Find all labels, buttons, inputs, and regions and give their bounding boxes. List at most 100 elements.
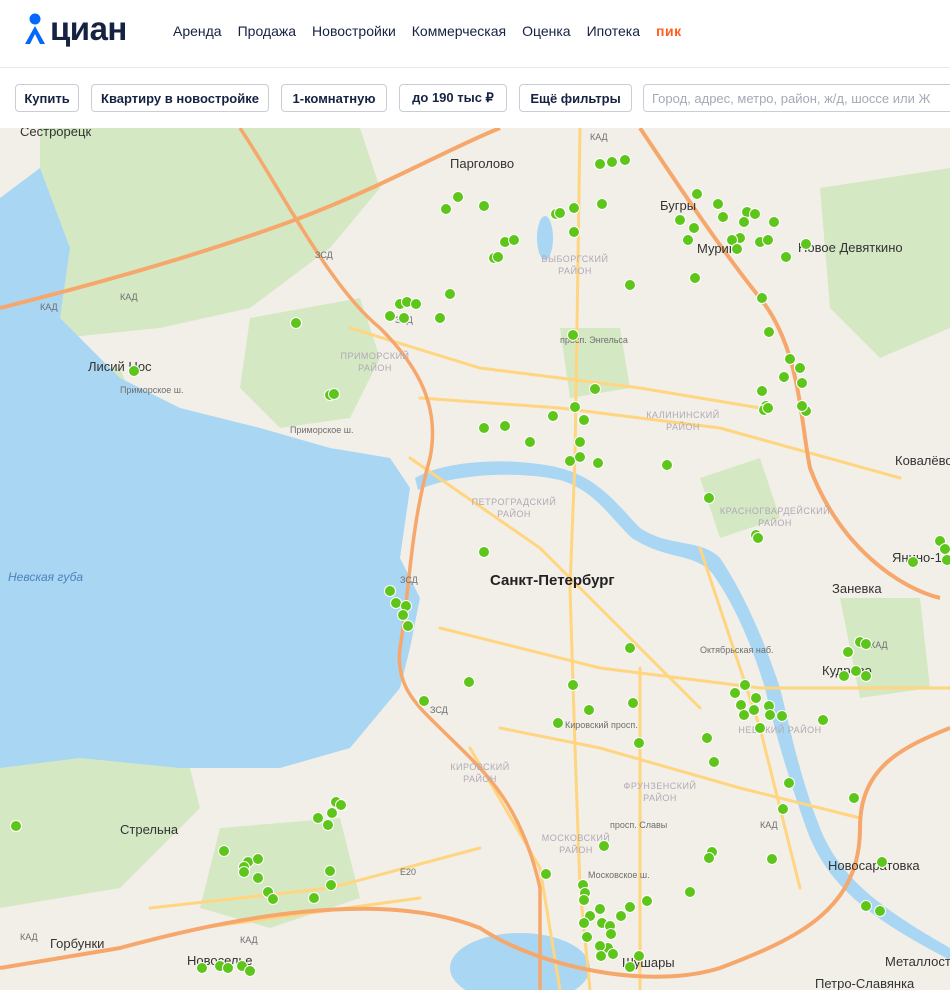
listing-marker[interactable] xyxy=(661,459,673,471)
listing-marker[interactable] xyxy=(633,737,645,749)
listing-marker[interactable] xyxy=(267,893,279,905)
listing-marker[interactable] xyxy=(402,620,414,632)
listing-marker[interactable] xyxy=(567,329,579,341)
listing-marker[interactable] xyxy=(605,928,617,940)
listing-marker[interactable] xyxy=(860,900,872,912)
listing-marker[interactable] xyxy=(564,455,576,467)
listing-marker[interactable] xyxy=(735,699,747,711)
listing-marker[interactable] xyxy=(574,451,586,463)
listing-marker[interactable] xyxy=(762,402,774,414)
nav-mortgage[interactable]: Ипотека xyxy=(587,23,640,39)
search-input[interactable]: Город, адрес, метро, район, ж/д, шоссе и… xyxy=(643,84,950,112)
listing-marker[interactable] xyxy=(452,191,464,203)
listing-marker[interactable] xyxy=(397,609,409,621)
listing-marker[interactable] xyxy=(780,251,792,263)
listing-marker[interactable] xyxy=(552,717,564,729)
listing-marker[interactable] xyxy=(568,226,580,238)
listing-marker[interactable] xyxy=(777,803,789,815)
listing-marker[interactable] xyxy=(874,905,886,917)
listing-marker[interactable] xyxy=(324,865,336,877)
listing-marker[interactable] xyxy=(244,965,256,977)
listing-marker[interactable] xyxy=(10,820,22,832)
listing-marker[interactable] xyxy=(384,585,396,597)
listing-marker[interactable] xyxy=(578,414,590,426)
listing-marker[interactable] xyxy=(749,208,761,220)
listing-marker[interactable] xyxy=(569,401,581,413)
listing-marker[interactable] xyxy=(848,792,860,804)
listing-marker[interactable] xyxy=(595,950,607,962)
listing-marker[interactable] xyxy=(594,158,606,170)
listing-marker[interactable] xyxy=(554,207,566,219)
listing-marker[interactable] xyxy=(238,866,250,878)
listing-marker[interactable] xyxy=(594,903,606,915)
listing-marker[interactable] xyxy=(941,554,950,566)
listing-marker[interactable] xyxy=(939,543,950,555)
listing-marker[interactable] xyxy=(778,371,790,383)
listing-marker[interactable] xyxy=(674,214,686,226)
listing-marker[interactable] xyxy=(444,288,456,300)
listing-marker[interactable] xyxy=(703,492,715,504)
listing-marker[interactable] xyxy=(578,894,590,906)
listing-marker[interactable] xyxy=(418,695,430,707)
listing-marker[interactable] xyxy=(434,312,446,324)
listing-marker[interactable] xyxy=(876,856,888,868)
listing-marker[interactable] xyxy=(768,216,780,228)
listing-marker[interactable] xyxy=(583,704,595,716)
nav-pik-link[interactable]: пик xyxy=(656,23,682,39)
listing-marker[interactable] xyxy=(684,886,696,898)
listing-marker[interactable] xyxy=(748,704,760,716)
listing-marker[interactable] xyxy=(312,812,324,824)
listing-marker[interactable] xyxy=(763,326,775,338)
listing-marker[interactable] xyxy=(838,670,850,682)
listing-marker[interactable] xyxy=(252,853,264,865)
listing-marker[interactable] xyxy=(606,156,618,168)
nav-new-buildings[interactable]: Новостройки xyxy=(312,23,396,39)
listing-marker[interactable] xyxy=(592,457,604,469)
deal-type-button[interactable]: Купить xyxy=(15,84,79,112)
listing-marker[interactable] xyxy=(308,892,320,904)
listing-marker[interactable] xyxy=(252,872,264,884)
listing-marker[interactable] xyxy=(463,676,475,688)
listing-marker[interactable] xyxy=(717,211,729,223)
listing-marker[interactable] xyxy=(440,203,452,215)
listing-marker[interactable] xyxy=(752,532,764,544)
listing-marker[interactable] xyxy=(784,353,796,365)
listing-marker[interactable] xyxy=(478,546,490,558)
listing-marker[interactable] xyxy=(624,279,636,291)
listing-marker[interactable] xyxy=(499,420,511,432)
listing-marker[interactable] xyxy=(196,962,208,974)
price-button[interactable]: до 190 тыс ₽ xyxy=(399,84,507,112)
listing-marker[interactable] xyxy=(326,807,338,819)
listing-marker[interactable] xyxy=(766,853,778,865)
listing-marker[interactable] xyxy=(615,910,627,922)
listing-marker[interactable] xyxy=(701,732,713,744)
listing-marker[interactable] xyxy=(627,697,639,709)
listing-marker[interactable] xyxy=(842,646,854,658)
listing-marker[interactable] xyxy=(731,243,743,255)
listing-marker[interactable] xyxy=(607,948,619,960)
listing-marker[interactable] xyxy=(860,670,872,682)
listing-marker[interactable] xyxy=(817,714,829,726)
listing-marker[interactable] xyxy=(738,709,750,721)
rooms-button[interactable]: 1-комнатную xyxy=(281,84,387,112)
listing-marker[interactable] xyxy=(756,292,768,304)
listing-marker[interactable] xyxy=(633,950,645,962)
listing-marker[interactable] xyxy=(335,799,347,811)
listing-marker[interactable] xyxy=(619,154,631,166)
listing-marker[interactable] xyxy=(322,819,334,831)
listing-marker[interactable] xyxy=(478,422,490,434)
nav-commercial[interactable]: Коммерческая xyxy=(412,23,506,39)
listing-marker[interactable] xyxy=(688,222,700,234)
listing-marker[interactable] xyxy=(783,777,795,789)
listing-marker[interactable] xyxy=(907,556,919,568)
listing-marker[interactable] xyxy=(508,234,520,246)
listing-marker[interactable] xyxy=(796,377,808,389)
listing-marker[interactable] xyxy=(796,400,808,412)
listing-marker[interactable] xyxy=(682,234,694,246)
listing-marker[interactable] xyxy=(581,931,593,943)
listing-marker[interactable] xyxy=(390,597,402,609)
listing-marker[interactable] xyxy=(222,962,234,974)
listing-marker[interactable] xyxy=(691,188,703,200)
listing-marker[interactable] xyxy=(478,200,490,212)
listing-marker[interactable] xyxy=(754,722,766,734)
